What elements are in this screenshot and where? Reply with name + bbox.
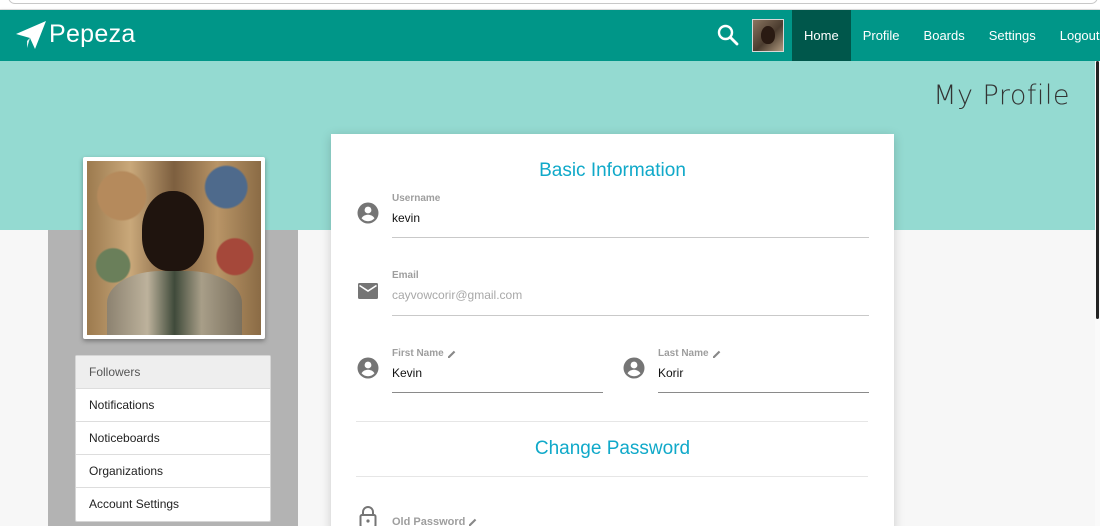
pencil-icon[interactable] [712, 349, 722, 359]
email-field[interactable]: Email cayvowcorir@gmail.com [392, 270, 869, 316]
search-icon[interactable] [716, 23, 740, 47]
last-name-underline [658, 392, 869, 393]
nav-settings[interactable]: Settings [977, 10, 1048, 61]
basic-info-title: Basic Information [539, 160, 686, 181]
nav-home[interactable]: Home [792, 10, 851, 61]
page-scrollbar[interactable] [1095, 61, 1100, 526]
first-name-field[interactable]: First Name Kevin [392, 348, 603, 394]
last-name-value: Korir [658, 366, 684, 380]
email-label: Email [392, 270, 419, 281]
old-password-label: Old Password [392, 516, 603, 526]
email-underline [392, 315, 869, 316]
nav-profile[interactable]: Profile [851, 10, 912, 61]
address-bar [8, 0, 1098, 4]
first-name-value: Kevin [392, 366, 423, 380]
paper-plane-icon [16, 20, 46, 49]
photo-body [107, 271, 242, 335]
first-name-underline [392, 392, 603, 393]
section-divider [356, 476, 868, 477]
profile-photo[interactable] [83, 157, 265, 339]
user-avatar[interactable] [752, 19, 784, 52]
sidebar-item-followers[interactable]: Followers [76, 356, 270, 389]
brand-name: Pepeza [49, 20, 136, 48]
profile-card: Basic Information Username kevin Email c… [331, 134, 894, 526]
nav-boards[interactable]: Boards [912, 10, 977, 61]
page-title: My Profile [933, 80, 1070, 111]
brand[interactable]: Pepeza [16, 20, 136, 49]
account-circle-icon [357, 202, 379, 224]
pencil-icon[interactable] [468, 517, 478, 526]
profile-photo-image [87, 161, 261, 335]
avatar-face [761, 26, 775, 44]
browser-top-strip [0, 0, 1100, 10]
lock-icon [359, 506, 377, 526]
nav-links: Home Profile Boards Settings Logout [792, 10, 1100, 61]
last-name-field[interactable]: Last Name Korir [658, 348, 869, 394]
username-underline [392, 237, 869, 238]
email-value: cayvowcorir@gmail.com [392, 288, 523, 302]
photo-head [142, 191, 204, 271]
username-label: Username [392, 193, 441, 204]
section-divider [356, 421, 868, 422]
sidebar-item-account-settings[interactable]: Account Settings [76, 488, 270, 521]
pencil-icon[interactable] [447, 349, 457, 359]
change-password-title: Change Password [534, 438, 691, 459]
scrollbar-thumb[interactable] [1096, 61, 1099, 319]
sidebar-menu: Followers Notifications Noticeboards Org… [75, 355, 271, 522]
account-circle-icon [357, 357, 379, 379]
username-field[interactable]: Username kevin [392, 193, 869, 239]
sidebar-item-noticeboards[interactable]: Noticeboards [76, 422, 270, 455]
last-name-label: Last Name [658, 348, 869, 359]
navbar: Pepeza Home Profile Boards Settings Logo… [0, 10, 1100, 61]
sidebar-item-notifications[interactable]: Notifications [76, 389, 270, 422]
nav-logout[interactable]: Logout [1048, 10, 1100, 61]
sidebar-item-organizations[interactable]: Organizations [76, 455, 270, 488]
email-icon [358, 283, 378, 299]
account-circle-icon [623, 357, 645, 379]
first-name-label: First Name [392, 348, 603, 359]
username-value: kevin [392, 211, 421, 225]
old-password-field[interactable]: Old Password [392, 516, 603, 526]
